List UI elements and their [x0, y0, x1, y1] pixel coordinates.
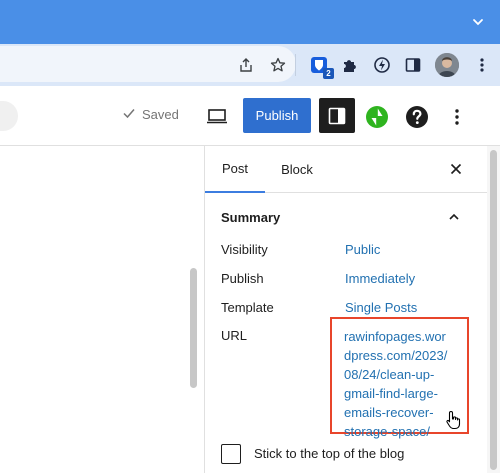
- bitwarden-extension-icon[interactable]: 2: [307, 53, 334, 79]
- browser-toolbar: 2: [0, 44, 500, 86]
- template-value-link[interactable]: Single Posts: [345, 300, 417, 315]
- url-line: dpress.com/2023/: [344, 348, 448, 363]
- share-icon[interactable]: [234, 53, 258, 77]
- sticky-label: Stick to the top of the blog: [254, 446, 405, 461]
- visibility-label: Visibility: [221, 242, 268, 257]
- tab-post[interactable]: Post: [205, 146, 265, 193]
- close-icon[interactable]: [448, 161, 464, 177]
- desktop-preview-icon[interactable]: [203, 103, 231, 129]
- extension-badge: 2: [323, 68, 334, 79]
- chevron-up-icon[interactable]: [447, 210, 461, 224]
- editor-header: Saved Publish: [0, 86, 500, 146]
- tab-block[interactable]: Block: [265, 146, 329, 193]
- sidebar-tabs: Post Block: [205, 146, 487, 193]
- summary-panel-title[interactable]: Summary: [221, 210, 280, 225]
- sidebar-scrollbar-track: [487, 146, 500, 473]
- settings-sidebar-icon[interactable]: [319, 98, 355, 133]
- url-line: gmail-find-large-: [344, 386, 438, 401]
- puzzle-extensions-icon[interactable]: [338, 53, 362, 77]
- saved-indicator: Saved: [122, 106, 179, 123]
- browser-tabstrip: [0, 0, 500, 44]
- publish-label: Publish: [221, 271, 264, 286]
- template-label: Template: [221, 300, 274, 315]
- jetpack-icon[interactable]: [364, 104, 390, 130]
- publish-date-link[interactable]: Immediately: [345, 271, 415, 286]
- url-line: 08/24/clean-up-: [344, 367, 435, 382]
- options-kebab-icon[interactable]: [447, 104, 467, 130]
- chevron-down-icon[interactable]: [470, 14, 486, 30]
- side-panel-icon[interactable]: [401, 53, 425, 77]
- visibility-value-link[interactable]: Public: [345, 242, 380, 257]
- sidebar-scrollbar-thumb[interactable]: [490, 150, 497, 470]
- toolbar-divider: [295, 54, 296, 76]
- bookmark-star-icon[interactable]: [266, 53, 290, 77]
- kebab-menu-icon[interactable]: [470, 53, 494, 77]
- check-icon: [122, 106, 136, 123]
- help-icon[interactable]: [404, 104, 430, 130]
- bolt-extension-icon[interactable]: [370, 53, 394, 77]
- document-title-bar[interactable]: [0, 101, 18, 131]
- saved-label: Saved: [142, 107, 179, 122]
- canvas-scrollbar[interactable]: [190, 268, 197, 388]
- settings-sidebar: Post Block Summary Visibility Public Pub…: [205, 146, 487, 473]
- publish-button[interactable]: Publish: [243, 98, 311, 133]
- url-label: URL: [221, 328, 248, 343]
- hand-cursor-icon: [445, 410, 463, 430]
- url-line: rawinfopages.wor: [344, 329, 446, 344]
- sticky-checkbox[interactable]: [221, 444, 241, 464]
- profile-avatar[interactable]: [435, 53, 459, 77]
